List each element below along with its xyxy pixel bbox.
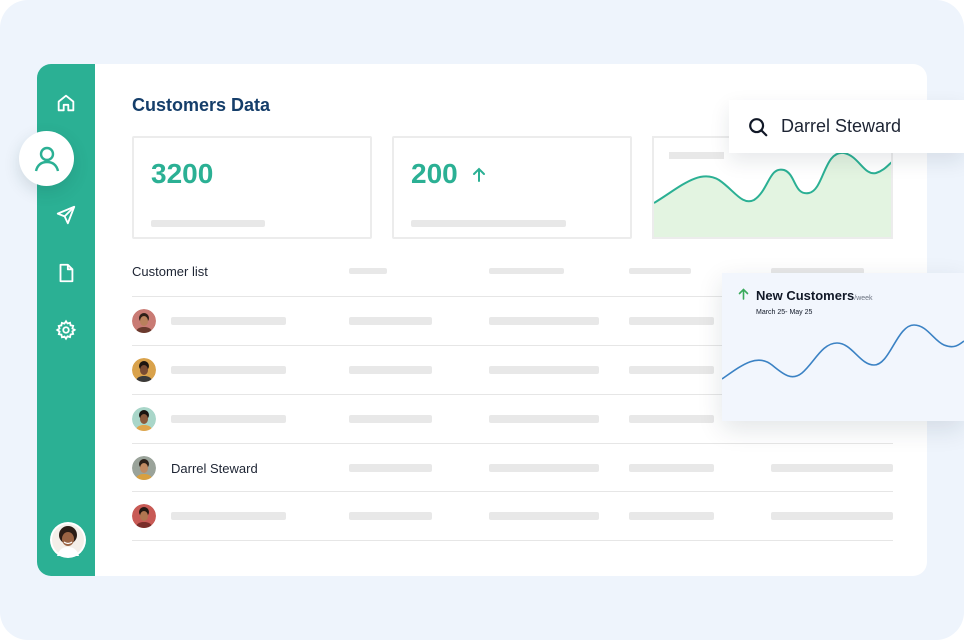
list-item	[171, 366, 286, 374]
list-item	[771, 512, 893, 520]
placeholder-bar	[151, 220, 265, 227]
avatar	[132, 456, 156, 480]
user-icon[interactable]	[19, 131, 74, 186]
list-item	[629, 366, 714, 374]
list-item	[171, 415, 286, 423]
list-item	[349, 415, 432, 423]
total-customers-number: 3200	[151, 158, 214, 189]
list-item	[629, 415, 714, 423]
search-icon	[749, 117, 768, 136]
new-customers-number: 200	[411, 158, 458, 189]
list-item	[489, 317, 599, 325]
profile-avatar[interactable]	[50, 522, 86, 558]
new-customers-value: 200	[411, 158, 486, 190]
list-item	[349, 464, 432, 472]
settings-icon[interactable]	[54, 318, 78, 342]
avatar	[132, 358, 156, 382]
trend-area-chart	[654, 151, 891, 237]
new-customers-line-chart	[722, 324, 964, 380]
list-item	[629, 317, 714, 325]
avatar	[132, 309, 156, 333]
placeholder-bar	[411, 220, 566, 227]
total-customers-card: 3200	[132, 136, 372, 239]
list-item	[489, 464, 599, 472]
column-header	[349, 268, 387, 274]
list-item	[349, 366, 432, 374]
new-customers-card: 200	[392, 136, 632, 239]
list-item	[349, 512, 432, 520]
search-box[interactable]: Darrel Steward	[729, 100, 964, 153]
avatar	[132, 407, 156, 431]
home-icon[interactable]	[54, 91, 78, 115]
page-title: Customers Data	[132, 95, 271, 115]
row-divider	[132, 443, 893, 444]
list-item	[489, 366, 599, 374]
send-icon[interactable]	[54, 203, 78, 227]
list-item	[171, 317, 286, 325]
column-header	[489, 268, 564, 274]
list-item	[489, 512, 599, 520]
total-customers-value: 3200	[151, 158, 213, 190]
list-item	[171, 512, 286, 520]
row-divider	[132, 491, 893, 492]
list-item	[771, 464, 893, 472]
document-icon[interactable]	[54, 261, 78, 285]
list-item	[629, 464, 714, 472]
list-item	[629, 512, 714, 520]
list-item	[489, 415, 599, 423]
column-header	[629, 268, 691, 274]
customer-list-title: Customer list	[132, 264, 208, 279]
list-item	[349, 317, 432, 325]
arrow-up-icon	[472, 158, 486, 190]
search-input[interactable]: Darrel Steward	[781, 116, 901, 137]
row-divider	[132, 540, 893, 541]
new-customers-popup: New Customers /week March 25- May 25	[722, 273, 964, 421]
avatar	[132, 504, 156, 528]
customer-name[interactable]: Darrel Steward	[171, 461, 258, 476]
